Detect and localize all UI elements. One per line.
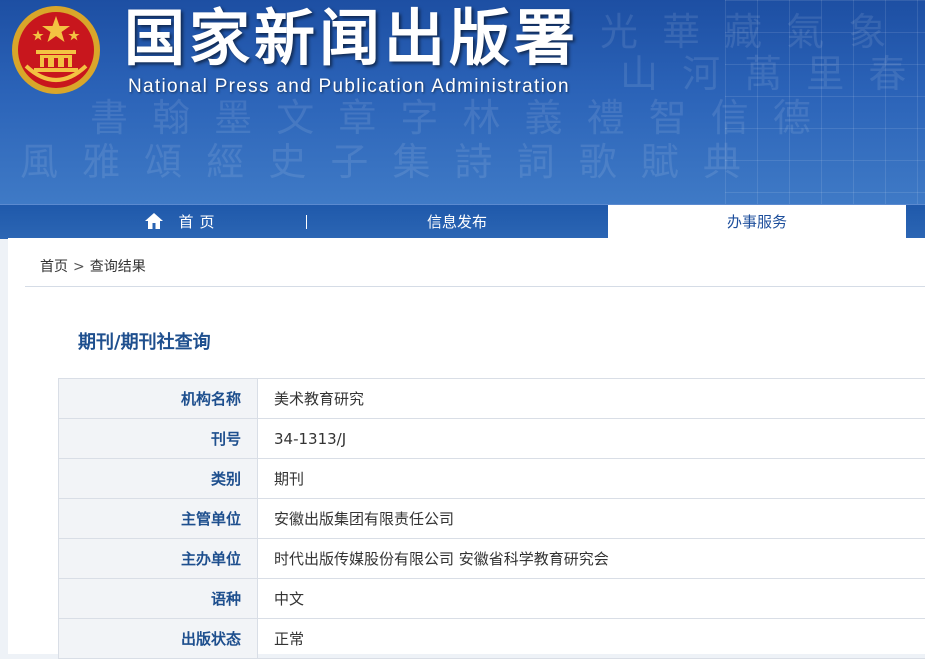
row-label: 机构名称 — [59, 379, 258, 419]
row-value: 时代出版传媒股份有限公司 安徽省科学教育研究会 — [258, 539, 925, 579]
header-banner: 書 翰 墨 文 章 字 林 義 禮 智 信 德 風 雅 頌 經 史 子 集 詩 … — [0, 0, 925, 204]
journal-info-table: 机构名称 美术教育研究 刊号 34-1313/J 类别 期刊 主管单位 安徽出版… — [58, 378, 925, 659]
table-row: 出版状态 正常 — [59, 619, 925, 659]
nav-info-release[interactable]: 信息发布 — [308, 205, 606, 239]
breadcrumb-separator: > — [73, 259, 85, 275]
section-title: 期刊/期刊社查询 — [78, 328, 211, 354]
seal-grid-decoration — [725, 0, 925, 204]
row-value: 34-1313/J — [258, 419, 925, 459]
nav-home-label: 首页 — [178, 213, 220, 231]
table-row: 机构名称 美术教育研究 — [59, 379, 925, 419]
breadcrumb-home-link[interactable]: 首页 — [40, 259, 68, 275]
table-row: 语种 中文 — [59, 579, 925, 619]
national-emblem-icon — [10, 4, 102, 96]
home-icon — [144, 208, 164, 242]
site-subtitle: National Press and Publication Administr… — [128, 76, 570, 98]
breadcrumb: 首页 > 查询结果 — [40, 256, 146, 276]
breadcrumb-current: 查询结果 — [90, 259, 146, 275]
nav-services[interactable]: 办事服务 — [608, 205, 906, 239]
table-row: 刊号 34-1313/J — [59, 419, 925, 459]
table-row: 主管单位 安徽出版集团有限责任公司 — [59, 499, 925, 539]
main-nav: 首页 信息发布 办事服务 — [0, 204, 925, 239]
nav-home[interactable]: 首页 — [60, 205, 305, 239]
row-label: 刊号 — [59, 419, 258, 459]
row-label: 语种 — [59, 579, 258, 619]
table-row: 主办单位 时代出版传媒股份有限公司 安徽省科学教育研究会 — [59, 539, 925, 579]
nav-divider — [306, 215, 307, 229]
row-label: 主办单位 — [59, 539, 258, 579]
calligraphy-background: 書 翰 墨 文 章 字 林 義 禮 智 信 德 — [90, 96, 817, 140]
content-panel: 首页 > 查询结果 期刊/期刊社查询 机构名称 美术教育研究 刊号 34-1313/… — [8, 238, 925, 654]
row-value: 安徽出版集团有限责任公司 — [258, 499, 925, 539]
row-label: 出版状态 — [59, 619, 258, 659]
row-value: 中文 — [258, 579, 925, 619]
site-title: 国家新闻出版署 — [124, 2, 579, 76]
row-value: 期刊 — [258, 459, 925, 499]
row-value: 美术教育研究 — [258, 379, 925, 419]
row-value: 正常 — [258, 619, 925, 659]
breadcrumb-divider — [25, 286, 925, 287]
calligraphy-background: 風 雅 頌 經 史 子 集 詩 詞 歌 賦 典 — [20, 140, 747, 184]
table-row: 类别 期刊 — [59, 459, 925, 499]
row-label: 类别 — [59, 459, 258, 499]
row-label: 主管单位 — [59, 499, 258, 539]
